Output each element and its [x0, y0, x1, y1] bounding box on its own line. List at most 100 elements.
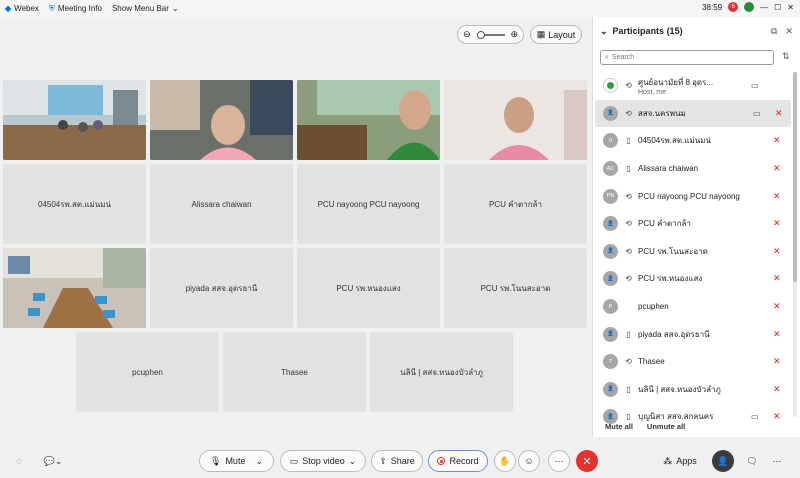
zoom-out-icon[interactable]: ⊖ — [463, 29, 471, 40]
participant-name: PCU คำตากล้า — [638, 219, 691, 229]
participant-search-input[interactable]: ⌕ Search — [600, 50, 774, 65]
status-ring-icon[interactable]: ◌ — [8, 450, 30, 472]
chevron-down-icon[interactable]: ⌄ — [255, 456, 263, 467]
video-tile[interactable] — [444, 80, 587, 160]
leave-meeting-button[interactable]: ✕ — [576, 450, 598, 472]
webex-menu[interactable]: ◆ Webex — [0, 4, 44, 13]
participant-name: นลินี | สสจ.หนองบัวลำภู — [638, 384, 721, 394]
close-panel-icon[interactable]: ✕ — [785, 26, 793, 37]
meeting-info-menu[interactable]: ⛨ Meeting Info — [44, 4, 107, 14]
muted-mic-icon[interactable]: ✕ — [773, 329, 781, 340]
tile-name: Alissara chaiwan — [191, 199, 252, 209]
record-label: Record — [449, 456, 479, 466]
mute-button[interactable]: 🎙 Mute ⌄ — [199, 450, 274, 472]
participants-toggle-icon[interactable]: 👤 — [712, 450, 734, 472]
popout-icon[interactable]: ⧉ — [771, 26, 777, 37]
meeting-info-label: Meeting Info — [57, 4, 102, 13]
participant-tile[interactable]: PCU รพ.โนนสะอาด — [444, 248, 587, 328]
participant-name: pcuphen — [638, 302, 669, 312]
zoom-slider[interactable] — [476, 30, 505, 39]
stop-video-button[interactable]: ▭ Stop video ⌄ — [280, 450, 366, 472]
person-video — [297, 80, 440, 160]
avatar: 0 — [603, 133, 618, 149]
share-button[interactable]: ⇪ Share — [371, 450, 423, 472]
apps-button[interactable]: ⁂ Apps — [655, 450, 705, 472]
video-tile[interactable] — [150, 80, 293, 160]
chat-reactions-icon[interactable]: 💬⌄ — [38, 450, 68, 472]
muted-mic-icon[interactable]: ✕ — [773, 218, 781, 229]
scrollbar-thumb[interactable] — [793, 72, 797, 282]
muted-mic-icon[interactable]: ✕ — [773, 246, 781, 257]
participant-tile[interactable]: PCU คำตากล้า — [444, 164, 587, 244]
zoom-slider-handle[interactable] — [476, 30, 485, 39]
show-menu-bar-toggle[interactable]: Show Menu Bar ⌄ — [107, 4, 184, 13]
more-options-icon[interactable]: ⋯ — [548, 450, 570, 472]
muted-mic-icon[interactable]: ✕ — [773, 384, 781, 395]
video-tile[interactable] — [3, 80, 146, 160]
collapse-chevron-icon[interactable]: ⌄ — [600, 26, 608, 37]
participant-row[interactable]: T ⟲ Thasee ✕ — [593, 348, 793, 376]
host-avatar — [603, 78, 618, 94]
participant-row[interactable]: 👤 ⟲ PCU รพ.หนองแสง ✕ — [593, 265, 793, 293]
more-panels-icon[interactable]: ⋯ — [766, 450, 788, 472]
muted-mic-icon[interactable]: ✕ — [775, 108, 783, 119]
zoom-control[interactable]: ⊖ ⊕ — [457, 25, 524, 44]
participant-row[interactable]: ⟲ ศูนย์อนามัยที่ 8 อุดร... Host, me ▭ — [593, 72, 793, 100]
participant-row[interactable]: 👤 ⟲ PCU รพ.โนนสะอาด ✕ — [593, 238, 793, 266]
muted-mic-icon[interactable]: ✕ — [773, 163, 781, 174]
layout-label: Layout — [548, 29, 576, 40]
chat-icon[interactable]: 🗨 — [741, 450, 763, 472]
unmute-all-button[interactable]: Unmute all — [647, 422, 685, 436]
participant-name: สสจ.นครพนม — [638, 108, 686, 118]
participant-row[interactable]: 👤 ▯ นลินี | สสจ.หนองบัวลำภู ✕ — [593, 376, 793, 404]
participant-list-scrollbar[interactable] — [793, 72, 797, 417]
raise-hand-icon[interactable]: ✋ — [494, 450, 516, 472]
video-tile[interactable] — [297, 80, 440, 160]
mute-all-button[interactable]: Mute all — [605, 422, 633, 436]
maximize-icon[interactable]: ☐ — [774, 3, 781, 12]
share-icon: ⇪ — [379, 455, 387, 466]
web-device-icon: ⟲ — [625, 108, 632, 118]
close-window-icon[interactable]: ✕ — [787, 3, 794, 12]
muted-mic-icon[interactable]: ✕ — [773, 135, 781, 146]
participant-tile[interactable]: pcuphen — [76, 332, 219, 412]
participant-tile[interactable]: PCU รพ.หนองแสง — [297, 248, 440, 328]
participant-tile[interactable]: Alissara chaiwan — [150, 164, 293, 244]
participant-row[interactable]: PN ⟲ PCU nayoong PCU nayoong ✕ — [593, 182, 793, 210]
chevron-down-icon[interactable]: ⌄ — [349, 456, 357, 467]
muted-mic-icon[interactable]: ✕ — [773, 301, 781, 312]
avatar: AC — [603, 161, 618, 177]
user-avatar[interactable] — [744, 2, 755, 12]
web-device-icon: ⟲ — [625, 357, 632, 367]
muted-mic-icon[interactable]: ✕ — [773, 273, 781, 284]
phone-device-icon: ▯ — [626, 412, 631, 422]
zoom-in-icon[interactable]: ⊕ — [510, 29, 518, 40]
muted-mic-icon[interactable]: ✕ — [773, 411, 781, 422]
sort-icon[interactable]: ⇅ — [782, 51, 790, 62]
video-tile[interactable] — [3, 248, 146, 328]
reactions-icon[interactable]: ☺ — [518, 450, 540, 472]
chevron-down-icon: ⌄ — [171, 4, 179, 13]
participant-row[interactable]: 0 ▯ 04504รพ.สต.แม่นมน่ ✕ — [593, 127, 793, 155]
record-button[interactable]: Record — [428, 450, 488, 472]
participant-tile[interactable]: Thasee — [223, 332, 366, 412]
phone-device-icon: ▯ — [626, 384, 631, 394]
participant-row[interactable]: 👤 ⟲ สสจ.นครพนม ▭ ✕ — [595, 99, 791, 128]
layout-button[interactable]: ▦ Layout — [530, 25, 582, 44]
participant-tile[interactable]: 04504รพ.สต.แม่นมน่ — [3, 164, 146, 244]
notification-badge[interactable]: 6 — [728, 2, 739, 12]
web-device-icon: ⟲ — [625, 81, 632, 91]
participant-name: Alissara chaiwan — [638, 164, 699, 174]
participant-row[interactable]: 👤 ⟲ PCU คำตากล้า ✕ — [593, 210, 793, 238]
participant-name: PCU รพ.หนองแสง — [638, 274, 703, 284]
participant-row[interactable]: AC ▯ Alissara chaiwan ✕ — [593, 155, 793, 183]
participant-tile[interactable]: piyada สสจ.อุดรธานี — [150, 248, 293, 328]
minimize-icon[interactable]: — — [760, 3, 768, 12]
participant-row[interactable]: 👤 ▯ piyada สสจ.อุดรธานี ✕ — [593, 320, 793, 348]
participant-role: Host, me — [638, 88, 667, 96]
participant-tile[interactable]: PCU nayoong PCU nayoong — [297, 164, 440, 244]
muted-mic-icon[interactable]: ✕ — [773, 191, 781, 202]
participant-row[interactable]: P pcuphen ✕ — [593, 293, 793, 321]
participant-tile[interactable]: นลินี | สสจ.หนองบัวลำภู — [370, 332, 513, 412]
muted-mic-icon[interactable]: ✕ — [773, 356, 781, 367]
